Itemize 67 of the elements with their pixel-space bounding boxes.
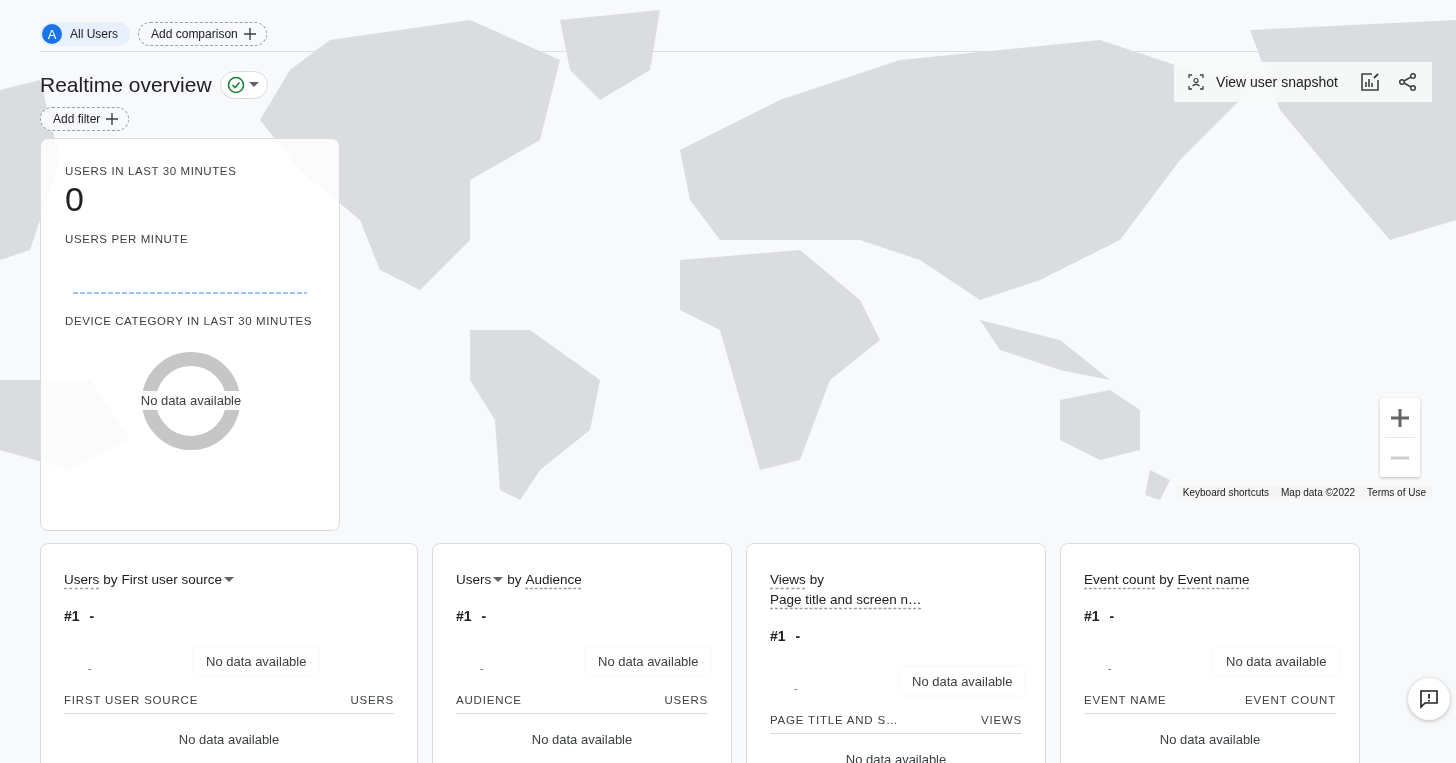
plus-icon [243,28,256,40]
caret-icon [224,577,235,583]
dimension-picker[interactable]: Audience [525,570,582,590]
column-header: PAGE TITLE AND S… [770,714,899,726]
map-link[interactable]: Terms of Use [1361,486,1432,499]
column-header: VIEWS [980,714,1022,726]
dimension-picker[interactable]: Page title and screen n… [770,590,922,610]
check-circle-icon [226,76,245,94]
plus-icon [106,113,119,125]
audience-chip[interactable]: A All Users [40,22,130,46]
empty-message: No data available [1214,647,1339,675]
minus-icon [1391,455,1409,460]
bar-value: - [793,681,799,694]
column-header: USERS [350,694,394,706]
dimension-picker[interactable]: Views [770,570,806,590]
bar-value: - [87,661,93,674]
rank-label: #1 [456,608,472,624]
caret-icon [493,577,504,583]
dimension-picker[interactable]: First user source [121,570,235,590]
column-header: USERS [664,694,708,706]
map-data-notice: Map data ©2022 [1280,486,1357,499]
title-text: by [809,571,825,589]
metric-label: USERS PER MINUTE [65,233,189,245]
column-header: AUDIENCE [456,694,522,706]
title-text: by [507,571,522,589]
column-header: EVENT COUNT [1245,694,1336,706]
bar-value: - [479,661,485,674]
add-comparison-button[interactable]: Add comparison [138,22,267,46]
empty-message: No data available [194,647,319,675]
audience-badge: A [42,24,62,44]
edit-report-button[interactable] [1358,70,1382,94]
plus-icon [1391,408,1409,427]
feedback-icon [1419,689,1439,709]
rank-value: - [1109,608,1115,624]
rank-label: #1 [770,628,786,644]
feedback-button[interactable] [1408,678,1450,720]
dimension-picker[interactable]: Users [64,570,100,590]
dimension-picker[interactable]: Users [456,570,504,590]
chart-edit-icon [1360,72,1380,92]
add-filter-button[interactable]: Add filter [40,107,130,131]
rank-value: - [481,608,487,624]
person-frame-icon [1188,74,1205,90]
metric-label: USERS IN LAST 30 MINUTES [65,165,237,177]
share-icon [1398,72,1418,92]
rank-value: - [795,628,801,644]
empty-message: No data available [177,732,281,747]
title-text: by [1159,571,1174,589]
empty-message: No data available [586,647,711,675]
empty-message: No data available [530,732,634,747]
caret-icon [248,82,259,88]
dimension-picker[interactable]: Event count [1084,570,1156,590]
map-link[interactable]: Keyboard shortcuts [1176,486,1275,499]
column-header: FIRST USER SOURCE [64,694,199,706]
bar-value: - [1107,661,1113,674]
title-text: by [103,571,118,589]
rank-label: #1 [1084,608,1100,624]
dimension-picker[interactable]: Event name [1177,570,1250,590]
empty-message: No data available [900,667,1025,695]
audience-label: All Users [70,27,118,41]
column-header: EVENT NAME [1084,694,1167,706]
rank-value: - [89,608,95,624]
page-title: Realtime overview [40,73,212,97]
metric-label: DEVICE CATEGORY IN LAST 30 MINUTES [65,315,313,327]
empty-message: No data available [140,390,242,410]
rank-label: #1 [64,608,80,624]
empty-message: No data available [1158,732,1262,747]
metric-value: 0 [65,179,84,219]
